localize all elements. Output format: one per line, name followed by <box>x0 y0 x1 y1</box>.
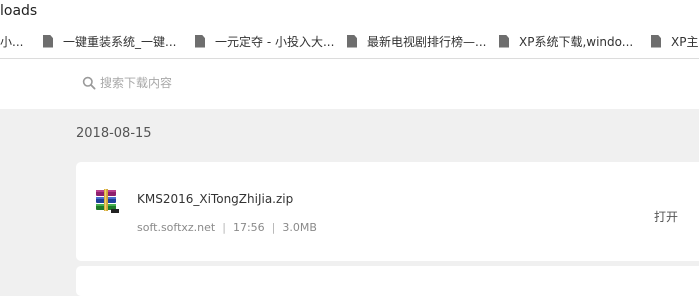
bookmark-label: 小... <box>0 34 24 49</box>
search-bar <box>0 59 699 109</box>
bookmark-item[interactable]: XP主... <box>651 24 699 58</box>
bookmark-item[interactable]: 一元定夺 - 小投入大... <box>195 24 334 58</box>
download-item-card: KMS2016_XiTongZhiJia.zip soft.softxz.net… <box>76 162 699 261</box>
download-meta: soft.softxz.net | 17:56 | 3.0MB <box>137 221 317 234</box>
date-header: 2018-08-15 <box>76 126 152 141</box>
file-size: 3.0MB <box>282 221 317 234</box>
bookmark-item[interactable]: XP系统下载,windo... <box>499 24 633 58</box>
winrar-archive-icon <box>96 189 119 213</box>
bookmark-item[interactable]: 最新电视剧排行榜—... <box>347 24 486 58</box>
bookmark-label: XP主... <box>671 34 699 49</box>
page-icon <box>347 34 357 48</box>
bookmark-item[interactable]: 一键重装系统_一键... <box>43 24 176 58</box>
page-icon <box>195 34 205 48</box>
window-title: loads <box>0 3 38 19</box>
file-name-link[interactable]: KMS2016_XiTongZhiJia.zip <box>137 192 293 206</box>
bookmark-label: 最新电视剧排行榜—... <box>367 34 487 49</box>
bookmark-label: 一键重装系统_一键... <box>63 34 177 49</box>
download-time: 17:56 <box>232 221 265 234</box>
source-link[interactable]: soft.softxz.net <box>137 221 215 234</box>
search-input[interactable] <box>100 73 500 93</box>
open-button[interactable]: 打开 <box>654 208 678 225</box>
bookmark-label: 一元定夺 - 小投入大... <box>215 34 335 49</box>
window-titlebar: loads <box>0 0 699 24</box>
bookmark-item[interactable]: 小... <box>0 24 23 58</box>
page-icon <box>499 34 509 48</box>
bookmark-label: XP系统下载,windo... <box>519 34 634 49</box>
search-icon <box>82 76 96 90</box>
page-icon <box>651 34 661 48</box>
bookmarks-bar: 小... 一键重装系统_一键... 一元定夺 - 小投入大... 最新电视剧排行… <box>0 24 699 59</box>
download-item-card <box>76 266 699 296</box>
meta-separator: | <box>222 221 226 234</box>
page-icon <box>43 34 53 48</box>
meta-separator: | <box>271 221 276 234</box>
